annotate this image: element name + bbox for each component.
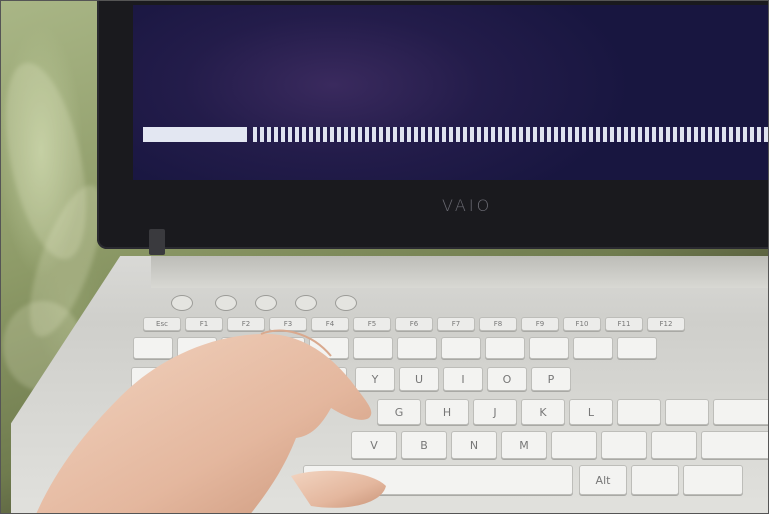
shift-key[interactable]: [701, 431, 768, 459]
key-u[interactable]: U: [399, 367, 439, 391]
media-button[interactable]: [215, 295, 237, 311]
letter-key[interactable]: [551, 431, 597, 459]
progress-fill: [143, 127, 247, 142]
function-key[interactable]: F7: [437, 317, 475, 331]
function-key[interactable]: F11: [605, 317, 643, 331]
key-m[interactable]: M: [501, 431, 547, 459]
media-button[interactable]: [295, 295, 317, 311]
function-key[interactable]: F9: [521, 317, 559, 331]
ctrl-key[interactable]: [683, 465, 743, 495]
number-key[interactable]: [529, 337, 569, 359]
hand: [36, 329, 386, 513]
laptop-lid: VAIO: [97, 1, 768, 249]
photo: VAIO Esc F1 F2 F3 F4 F5 F6 F7 F8 F9 F10 F11 F12 Y U I O P…: [0, 0, 769, 514]
alt-key[interactable]: Alt: [579, 465, 627, 495]
progress-remaining: [253, 127, 768, 142]
function-key[interactable]: F8: [479, 317, 517, 331]
key-j[interactable]: J: [473, 399, 517, 425]
letter-key[interactable]: [601, 431, 647, 459]
number-key[interactable]: [397, 337, 437, 359]
hinge-strip: [151, 256, 768, 288]
key-o[interactable]: O: [487, 367, 527, 391]
progress-bar: [143, 127, 768, 142]
vaio-logo: VAIO: [442, 196, 493, 215]
number-key[interactable]: [617, 337, 657, 359]
function-key[interactable]: F6: [395, 317, 433, 331]
key-k[interactable]: K: [521, 399, 565, 425]
key-b[interactable]: B: [401, 431, 447, 459]
key-p[interactable]: P: [531, 367, 571, 391]
key-i[interactable]: I: [443, 367, 483, 391]
function-key[interactable]: F12: [647, 317, 685, 331]
number-key[interactable]: [441, 337, 481, 359]
media-button[interactable]: [335, 295, 357, 311]
key-n[interactable]: N: [451, 431, 497, 459]
hinge: [149, 229, 165, 255]
menu-key[interactable]: [631, 465, 679, 495]
laptop-screen: [133, 5, 768, 180]
enter-key[interactable]: [713, 399, 768, 425]
number-key[interactable]: [485, 337, 525, 359]
key-l[interactable]: L: [569, 399, 613, 425]
number-key[interactable]: [573, 337, 613, 359]
media-button[interactable]: [171, 295, 193, 311]
letter-key[interactable]: [617, 399, 661, 425]
media-button[interactable]: [255, 295, 277, 311]
function-key[interactable]: F10: [563, 317, 601, 331]
letter-key[interactable]: [665, 399, 709, 425]
key-h[interactable]: H: [425, 399, 469, 425]
letter-key[interactable]: [651, 431, 697, 459]
